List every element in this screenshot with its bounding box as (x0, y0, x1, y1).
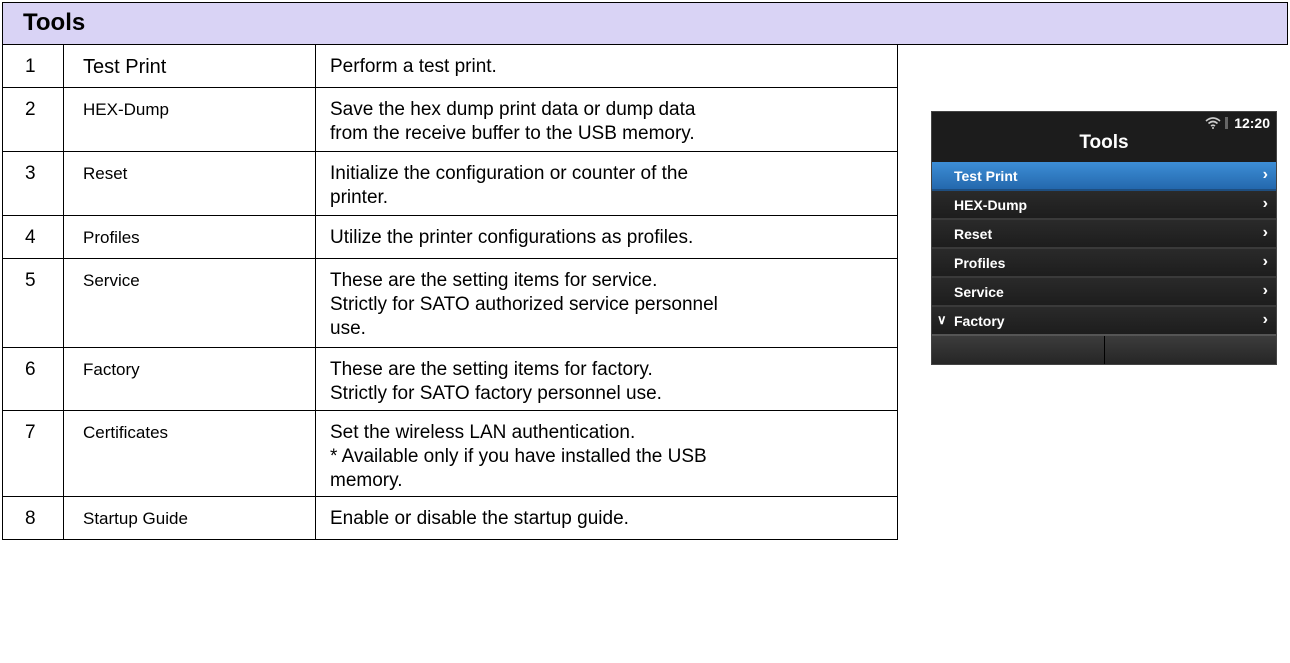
table-row: 4 Profiles Utilize the printer configurati… (2, 215, 898, 259)
description-line: use. (330, 318, 366, 339)
item-description: Utilize the printer configurations as pr… (315, 215, 898, 259)
screen-menu-label: Reset (954, 226, 993, 242)
item-description: Enable or disable the startup guide. (315, 496, 898, 540)
status-bar: 12:20 (1205, 115, 1270, 131)
screen-menu-item[interactable]: HEX-Dump › (932, 191, 1276, 220)
row-number: 8 (2, 496, 64, 540)
tools-table: 1 Test Print Perform a test print. 2 HEX-Dum… (2, 44, 898, 540)
chevron-right-icon: › (1262, 195, 1268, 212)
description-line: from the receive buffer to the USB memor… (330, 123, 695, 144)
row-number: 6 (2, 347, 64, 411)
row-number: 7 (2, 410, 64, 497)
table-row: 8 Startup Guide Enable or disable the star… (2, 496, 898, 540)
description-line: Set the wireless LAN authentication. (330, 422, 636, 443)
table-row: 7 Certificates Set the wireless LAN authen… (2, 410, 898, 497)
screen-menu-label: Profiles (954, 255, 1006, 271)
printer-screen: 12:20 Tools Test Print › HEX-Dump › Reset › Pr… (931, 111, 1277, 365)
description-line: memory. (330, 470, 403, 491)
item-name: Profiles (63, 215, 316, 259)
screen-menu-item[interactable]: Reset › (932, 220, 1276, 249)
description-line: These are the setting items for factory. (330, 359, 653, 380)
item-name: Test Print (63, 44, 316, 88)
description-line: printer. (330, 187, 389, 208)
item-description: Set the wireless LAN authentication. * Av… (315, 410, 898, 497)
screen-menu-item[interactable]: Test Print › (932, 162, 1276, 191)
section-header: Tools (2, 2, 1288, 45)
screen-menu-label: HEX-Dump (954, 197, 1028, 213)
description-line: Initialize the configuration or counter … (330, 163, 689, 184)
description-line: Save the hex dump print data or dump dat… (330, 99, 696, 120)
chevron-down-icon: ∨ (937, 312, 947, 327)
description-line: Enable or disable the startup guide. (330, 508, 629, 529)
item-name: Startup Guide (63, 496, 316, 540)
item-description: Save the hex dump print data or dump dat… (315, 87, 898, 152)
item-description: Perform a test print. (315, 44, 898, 88)
item-name: HEX-Dump (63, 87, 316, 152)
softkey-divider (1104, 336, 1105, 364)
section-title: Tools (23, 9, 86, 36)
table-row: 6 Factory These are the setting items for … (2, 347, 898, 411)
table-row: 1 Test Print Perform a test print. (2, 44, 898, 88)
screen-menu-label: Test Print (954, 168, 1018, 184)
screen-menu-item[interactable]: Profiles › (932, 249, 1276, 278)
row-number: 5 (2, 258, 64, 348)
item-name: Service (63, 258, 316, 348)
item-name: Certificates (63, 410, 316, 497)
row-number: 3 (2, 151, 64, 216)
description-line: Strictly for SATO factory personnel use. (330, 383, 662, 404)
row-number: 1 (2, 44, 64, 88)
table-row: 5 Service These are the setting items for … (2, 258, 898, 348)
chevron-right-icon: › (1262, 282, 1268, 299)
item-description: Initialize the configuration or counter … (315, 151, 898, 216)
table-row: 2 HEX-Dump Save the hex dump print data or… (2, 87, 898, 152)
row-number: 4 (2, 215, 64, 259)
chevron-right-icon: › (1262, 253, 1268, 270)
description-line: These are the setting items for service. (330, 270, 658, 291)
screen-menu-item[interactable]: ∨ Factory › (932, 307, 1276, 336)
screen-menu-item[interactable]: Service › (932, 278, 1276, 307)
item-name: Factory (63, 347, 316, 411)
chevron-right-icon: › (1262, 224, 1268, 241)
wifi-icon (1205, 117, 1221, 129)
table-row: 3 Reset Initialize the configuration or co… (2, 151, 898, 216)
item-description: These are the setting items for factory.… (315, 347, 898, 411)
description-line: Perform a test print. (330, 56, 497, 77)
item-description: These are the setting items for service.… (315, 258, 898, 348)
description-line: Utilize the printer configurations as pr… (330, 227, 694, 248)
screen-menu-label: Service (954, 284, 1004, 300)
screen-title: Tools (1079, 132, 1129, 153)
battery-icon (1225, 117, 1229, 129)
description-line: * Available only if you have installed t… (330, 446, 707, 467)
item-name: Reset (63, 151, 316, 216)
chevron-right-icon: › (1262, 311, 1268, 328)
screen-menu: Test Print › HEX-Dump › Reset › Profiles › Servi… (932, 162, 1276, 336)
screen-softkeys (932, 334, 1276, 364)
clock-time: 12:20 (1234, 115, 1270, 131)
row-number: 2 (2, 87, 64, 152)
description-line: Strictly for SATO authorized service per… (330, 294, 718, 315)
chevron-right-icon: › (1262, 166, 1268, 183)
screen-menu-label: Factory (954, 313, 1005, 329)
